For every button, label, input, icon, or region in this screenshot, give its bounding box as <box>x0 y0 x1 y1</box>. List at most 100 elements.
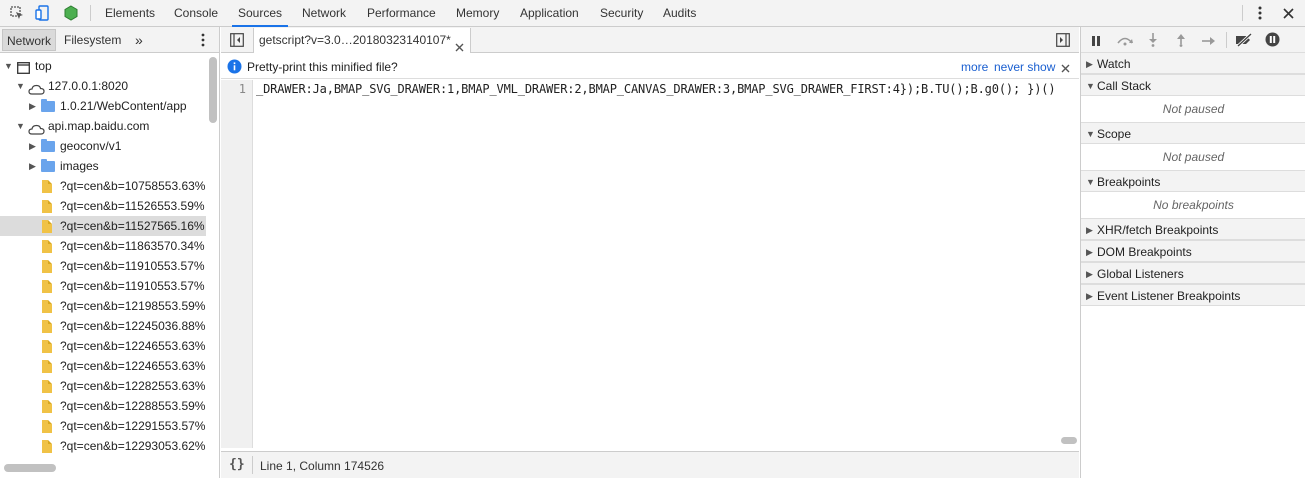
pane-xhr-breakpoints[interactable]: ▶ XHR/fetch Breakpoints <box>1081 218 1305 240</box>
file-navigator: Network Filesystem » ▼ top ▼ 127.0.0.1:8… <box>0 27 220 478</box>
pane-event-listener-breakpoints[interactable]: ▶ Event Listener Breakpoints <box>1081 284 1305 306</box>
tree-item-domain[interactable]: ▼ api.map.baidu.com <box>0 116 206 136</box>
pretty-print-button[interactable]: {} <box>229 457 245 472</box>
tree-item-label: ?qt=cen&b=10758553.63% <box>60 179 206 193</box>
pane-title: Scope <box>1097 127 1132 141</box>
collapse-triangle-icon[interactable]: ▶ <box>1086 241 1093 263</box>
pane-call-stack[interactable]: ▼ Call Stack <box>1081 74 1305 96</box>
tree-item-label: ?qt=cen&b=12282553.63% <box>60 379 206 393</box>
tab-audits[interactable]: Audits <box>663 0 696 26</box>
infobar-never-show-link[interactable]: never show <box>994 60 1055 74</box>
tab-sources[interactable]: Sources <box>232 0 289 27</box>
tree-item-domain[interactable]: ▼ 127.0.0.1:8020 <box>0 76 206 96</box>
step-icon[interactable] <box>1202 35 1216 49</box>
tab-application[interactable]: Application <box>520 0 579 26</box>
tab-performance[interactable]: Performance <box>367 0 436 26</box>
tree-item-file[interactable]: ?qt=cen&b=11910553.57% <box>0 276 206 296</box>
deactivate-breakpoints-icon[interactable] <box>1235 32 1253 50</box>
collapse-triangle-icon[interactable]: ▶ <box>29 96 36 116</box>
expand-triangle-icon[interactable]: ▼ <box>16 116 25 136</box>
tree-item-file[interactable]: ?qt=cen&b=12245036.88% <box>0 316 206 336</box>
step-over-icon[interactable] <box>1116 34 1134 49</box>
pane-global-listeners[interactable]: ▶ Global Listeners <box>1081 262 1305 284</box>
expand-triangle-icon[interactable]: ▼ <box>4 56 13 76</box>
tree-item-file-selected[interactable]: ?qt=cen&b=11527565.16% <box>0 216 206 236</box>
expand-triangle-icon[interactable]: ▼ <box>1086 171 1095 193</box>
collapse-triangle-icon[interactable]: ▶ <box>1086 263 1093 285</box>
tree-item-label: 1.0.21/WebContent/app <box>60 99 187 113</box>
pane-title: Breakpoints <box>1097 175 1161 189</box>
code-horizontal-scrollbar-thumb[interactable] <box>1061 437 1077 444</box>
file-icon <box>42 360 52 373</box>
tree-item-file[interactable]: ?qt=cen&b=12246553.63% <box>0 356 206 376</box>
more-vert-icon[interactable] <box>1252 0 1268 26</box>
device-toolbar-icon[interactable] <box>33 0 51 26</box>
tree-item-file[interactable]: ?qt=cen&b=11910553.57% <box>0 256 206 276</box>
line-number[interactable]: 1 <box>239 82 246 96</box>
tab-security[interactable]: Security <box>600 0 643 26</box>
tree-item-label: top <box>35 59 52 73</box>
vertical-scrollbar-thumb[interactable] <box>209 57 217 123</box>
tree-item-file[interactable]: ?qt=cen&b=10758553.63% <box>0 176 206 196</box>
infobar-message: Pretty-print this minified file? <box>247 60 398 74</box>
tree-item-label: ?qt=cen&b=12291553.57% <box>60 419 206 433</box>
navigator-tabs: Network Filesystem » <box>0 27 219 53</box>
horizontal-scrollbar-thumb[interactable] <box>4 464 56 472</box>
tree-item-folder[interactable]: ▶ images <box>0 156 206 176</box>
code-area[interactable]: 1 _DRAWER:Ja,BMAP_SVG_DRAWER:1,BMAP_VML_… <box>221 80 1079 448</box>
pane-title: XHR/fetch Breakpoints <box>1097 223 1219 237</box>
collapse-triangle-icon[interactable]: ▶ <box>1086 219 1093 241</box>
pause-icon[interactable] <box>1091 35 1101 49</box>
more-tabs-chevron-icon[interactable]: » <box>131 29 147 51</box>
pane-scope[interactable]: ▼ Scope <box>1081 122 1305 144</box>
inspect-element-icon[interactable] <box>8 0 26 26</box>
pause-on-exceptions-icon[interactable] <box>1265 32 1280 50</box>
tree-item-label: ?qt=cen&b=12293053.62% <box>60 439 206 453</box>
tree-item-file[interactable]: ?qt=cen&b=12198553.59% <box>0 296 206 316</box>
collapse-triangle-icon[interactable]: ▶ <box>29 136 36 156</box>
tree-item-file[interactable]: ?qt=cen&b=12293053.62% <box>0 436 206 456</box>
file-icon <box>42 340 52 353</box>
tab-memory[interactable]: Memory <box>456 0 499 26</box>
pane-breakpoints[interactable]: ▼ Breakpoints <box>1081 170 1305 192</box>
collapse-triangle-icon[interactable]: ▶ <box>1086 53 1093 75</box>
tree-item-file[interactable]: ?qt=cen&b=11526553.59% <box>0 196 206 216</box>
toggle-navigator-icon[interactable] <box>230 33 244 50</box>
collapse-triangle-icon[interactable]: ▶ <box>1086 285 1093 307</box>
step-out-icon[interactable] <box>1176 33 1186 50</box>
toggle-debugger-icon[interactable] <box>1056 33 1070 50</box>
collapse-triangle-icon[interactable]: ▶ <box>29 156 36 176</box>
line-gutter[interactable]: 1 <box>221 80 253 448</box>
file-icon <box>42 440 52 453</box>
debugger-sidebar: ▶ Watch ▼ Call Stack Not paused ▼ Scope … <box>1080 27 1305 478</box>
tab-elements[interactable]: Elements <box>105 0 155 26</box>
tree-item-file[interactable]: ?qt=cen&b=12246553.63% <box>0 336 206 356</box>
tree-item-file[interactable]: ?qt=cen&b=12288553.59% <box>0 396 206 416</box>
expand-triangle-icon[interactable]: ▼ <box>1086 75 1095 97</box>
step-into-icon[interactable] <box>1148 33 1158 50</box>
navigator-more-icon[interactable] <box>201 33 205 50</box>
close-icon[interactable] <box>1280 0 1296 26</box>
vue-extension-icon[interactable] <box>62 0 80 26</box>
tree-item-folder[interactable]: ▶ 1.0.21/WebContent/app <box>0 96 206 116</box>
expand-triangle-icon[interactable]: ▼ <box>16 76 25 96</box>
tab-console[interactable]: Console <box>174 0 218 26</box>
code-line[interactable]: _DRAWER:Ja,BMAP_SVG_DRAWER:1,BMAP_VML_DR… <box>256 82 1077 96</box>
pane-watch[interactable]: ▶ Watch <box>1081 52 1305 74</box>
file-icon <box>42 200 52 213</box>
file-tab[interactable]: getscript?v=3.0…20180323140107* <box>253 28 471 53</box>
infobar-more-link[interactable]: more <box>961 60 988 74</box>
tab-network[interactable]: Network <box>302 0 346 26</box>
navigator-tab-filesystem[interactable]: Filesystem <box>60 29 125 51</box>
info-icon <box>227 59 242 77</box>
infobar-close-icon[interactable] <box>1061 62 1070 76</box>
navigator-tab-network[interactable]: Network <box>2 29 57 51</box>
tree-item-file[interactable]: ?qt=cen&b=12282553.63% <box>0 376 206 396</box>
tree-item-top[interactable]: ▼ top <box>0 56 206 76</box>
tree-item-file[interactable]: ?qt=cen&b=12291553.57% <box>0 416 206 436</box>
pane-dom-breakpoints[interactable]: ▶ DOM Breakpoints <box>1081 240 1305 262</box>
expand-triangle-icon[interactable]: ▼ <box>1086 123 1095 145</box>
folder-icon <box>41 159 55 172</box>
tree-item-folder[interactable]: ▶ geoconv/v1 <box>0 136 206 156</box>
tree-item-file[interactable]: ?qt=cen&b=11863570.34% <box>0 236 206 256</box>
